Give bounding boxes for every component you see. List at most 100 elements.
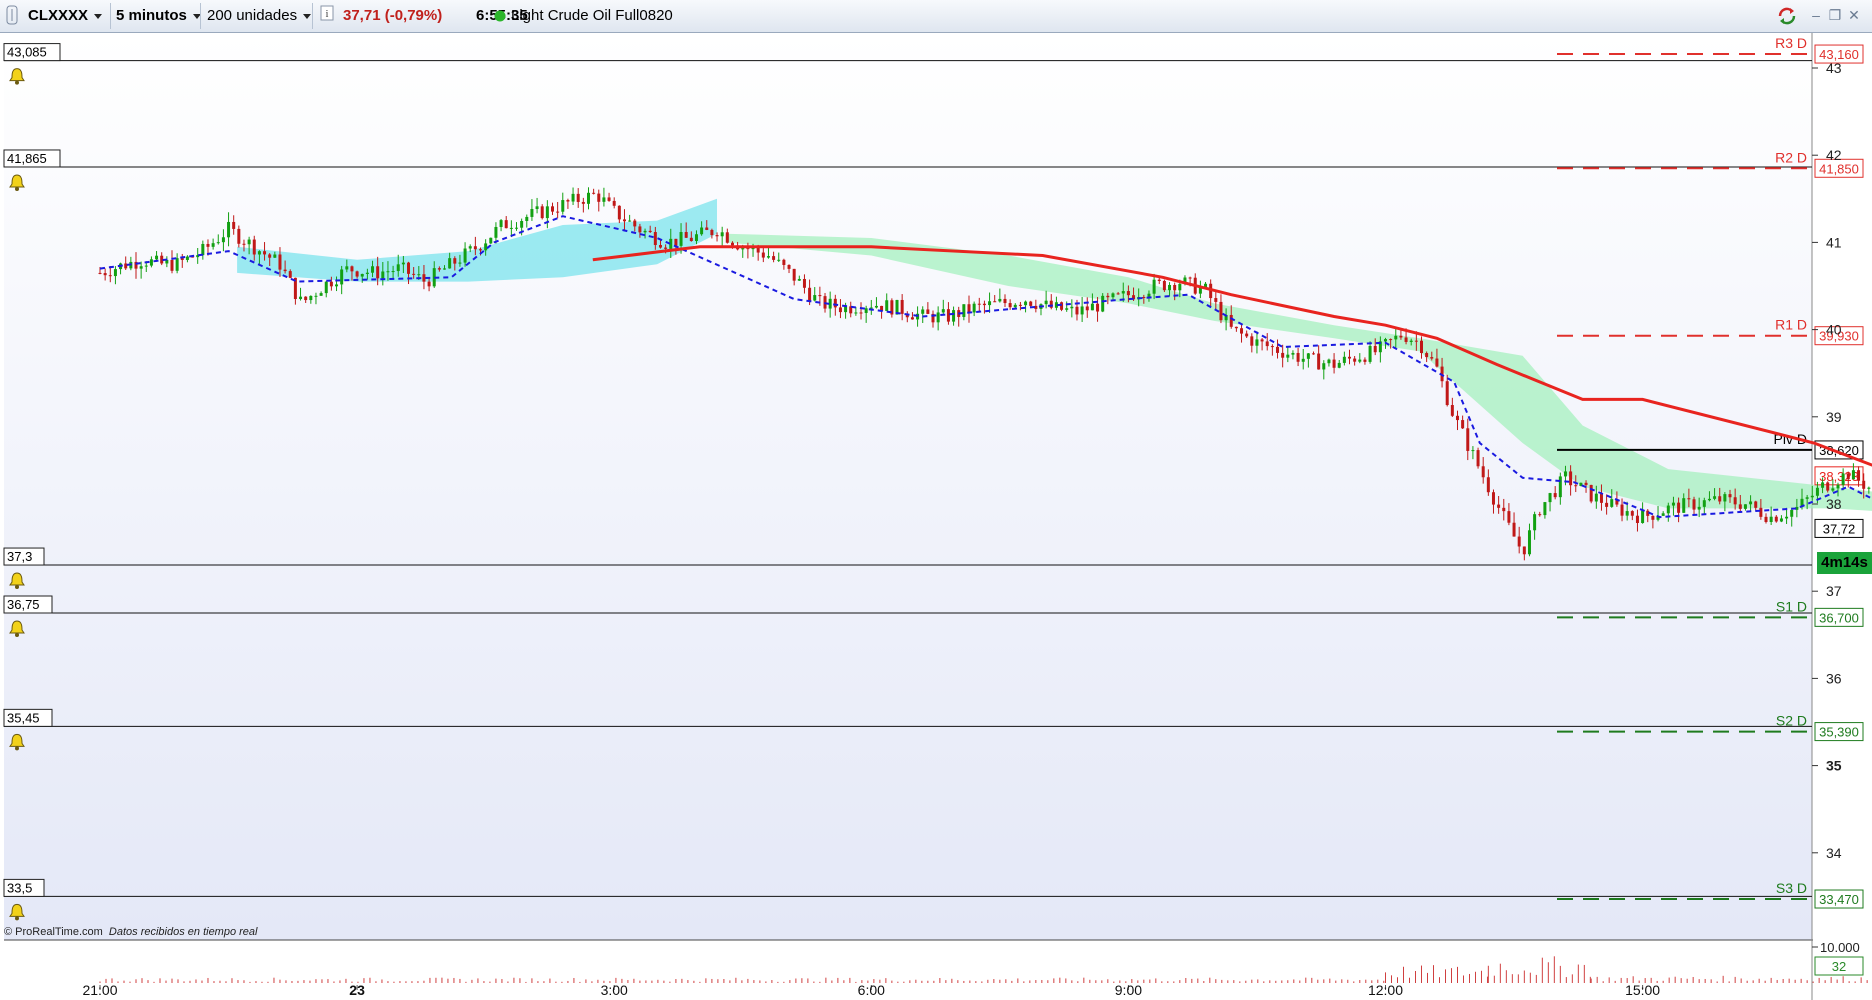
candle-body: [1805, 497, 1809, 499]
units-selector[interactable]: 200 unidades: [207, 4, 312, 28]
candle-body: [1641, 510, 1645, 524]
bell-clapper: [15, 746, 19, 751]
candle-body: [365, 272, 369, 274]
candle-body: [1301, 358, 1305, 362]
candle-body: [741, 248, 745, 250]
candle-body: [617, 205, 621, 220]
candle-body: [1666, 505, 1670, 514]
candle-body: [597, 193, 601, 202]
candle-body: [1337, 362, 1341, 368]
candle-body: [592, 192, 596, 194]
timeframe-selector[interactable]: 5 minutos: [116, 4, 201, 28]
candle-body: [1728, 494, 1732, 498]
pivot-label: R3 D: [1775, 35, 1807, 51]
candle-body: [499, 220, 503, 227]
candle-body: [628, 220, 632, 222]
y-tick-label: 38: [1826, 496, 1842, 512]
candle-body: [792, 268, 796, 281]
candle-body: [859, 312, 863, 314]
candle-body: [1173, 284, 1177, 291]
candle-body: [175, 258, 179, 271]
candle-body: [1574, 485, 1578, 487]
candle-body: [1116, 293, 1120, 295]
price-axis: [1813, 33, 1872, 1000]
candle-body: [1738, 504, 1742, 509]
close-icon[interactable]: ✕: [1846, 7, 1862, 23]
candle-body: [437, 268, 441, 270]
candle-body: [319, 293, 323, 296]
price-tag: 41,850: [1819, 161, 1859, 176]
candle-body: [998, 298, 1002, 302]
candle-body: [324, 281, 328, 294]
candle-body: [988, 301, 992, 306]
price-chart[interactable]: 43,08541,86537,336,7535,4533,5 R3 D43,16…: [0, 33, 1872, 1000]
candle-body: [201, 243, 205, 256]
candle-body: [1635, 515, 1639, 524]
candle-body: [653, 232, 657, 246]
candle-body: [1599, 493, 1603, 503]
candle-body: [1404, 337, 1408, 342]
symbol-selector[interactable]: CLXXXX: [28, 4, 103, 28]
grip-icon[interactable]: [6, 4, 20, 28]
x-tick-label: 12:00: [1368, 982, 1403, 998]
candle-body: [535, 206, 539, 210]
candle-body: [1353, 358, 1357, 362]
minimize-icon[interactable]: –: [1808, 7, 1824, 23]
candle-body: [1682, 498, 1686, 513]
candle-body: [550, 206, 554, 212]
candle-body: [484, 243, 488, 251]
candle-body: [643, 230, 647, 233]
candle-body: [1558, 476, 1562, 498]
candle-body: [1481, 466, 1485, 478]
candle-body: [1815, 487, 1819, 496]
pivot-label: R1 D: [1775, 317, 1807, 333]
info-icon[interactable]: i: [320, 4, 334, 28]
candle-body: [1234, 326, 1238, 329]
y-tick-label: 39: [1826, 409, 1842, 425]
candle-body: [381, 271, 385, 279]
alert-label: 36,75: [7, 597, 40, 612]
bell-clapper: [15, 585, 19, 590]
candle-body: [479, 249, 483, 251]
candle-body: [350, 266, 354, 272]
candle-body: [1178, 283, 1182, 291]
pivot-label: R2 D: [1775, 149, 1807, 165]
refresh-icon[interactable]: [1776, 6, 1798, 26]
candle-body: [335, 284, 339, 287]
candle-body: [278, 254, 282, 270]
candle-body: [638, 226, 642, 233]
candle-body: [1466, 428, 1470, 451]
candle-body: [422, 274, 426, 282]
candle-body: [1240, 328, 1244, 334]
candle-body: [813, 295, 817, 301]
candle-body: [1713, 496, 1717, 499]
price-tag: 38,620: [1819, 443, 1859, 458]
candle-body: [1671, 502, 1675, 506]
candle-body: [725, 232, 729, 243]
candle-body: [273, 254, 277, 258]
candle-body: [766, 256, 770, 258]
candle-body: [602, 197, 606, 202]
candle-body: [730, 242, 734, 246]
candle-body: [1450, 405, 1454, 416]
candle-body: [1070, 306, 1074, 309]
candle-body: [1049, 300, 1053, 308]
restore-icon[interactable]: ❐: [1827, 7, 1843, 23]
candle-body: [952, 310, 956, 322]
pivot-label: S3 D: [1776, 880, 1807, 896]
candle-body: [468, 246, 472, 249]
candle-body: [1846, 473, 1850, 480]
alert-label: 33,5: [7, 880, 32, 895]
candle-body: [314, 295, 318, 297]
candle-body: [782, 259, 786, 265]
candle-body: [684, 232, 688, 238]
volume-tick-label: 10.000: [1820, 940, 1860, 955]
candle-body: [612, 200, 616, 206]
candle-body: [1507, 511, 1511, 523]
candle-body: [1394, 335, 1398, 340]
candle-body: [1605, 502, 1609, 507]
candle-body: [1013, 304, 1017, 308]
candle-body: [1342, 356, 1346, 363]
candle-body: [910, 317, 914, 320]
candle-body: [1620, 504, 1624, 516]
